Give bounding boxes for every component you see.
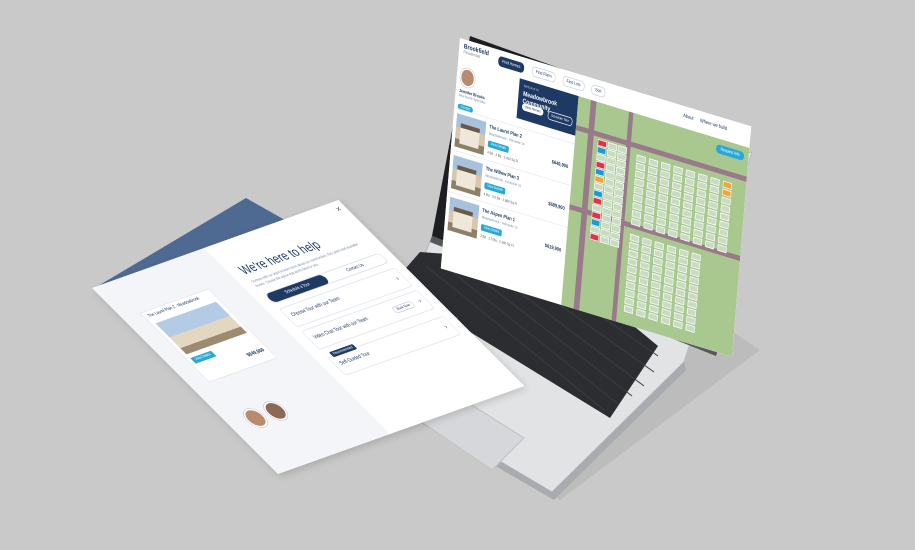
tour-option-label: Video Chat Tour with our Team [312,316,370,340]
team-avatars [239,399,298,433]
featured-home-price: $649,900 [245,347,267,358]
device-mockup-scene: Brookfield Residential Find Homes Find P… [0,0,915,550]
tablet-screen: The Laurel Plan 2 · Meadowbrook View Det… [92,198,525,474]
chevron-right-icon: › [415,297,424,304]
book-now-pill[interactable]: Book Now [390,300,417,314]
featured-home-button[interactable]: View Details [190,350,217,364]
tour-option-label: Choose Tour with our Team [289,296,342,318]
close-icon[interactable]: ✕ [333,205,344,213]
chevron-right-icon: › [441,323,450,331]
featured-home-card[interactable]: The Laurel Plan 2 · Meadowbrook View Det… [139,288,278,383]
chevron-right-icon: › [393,274,402,282]
